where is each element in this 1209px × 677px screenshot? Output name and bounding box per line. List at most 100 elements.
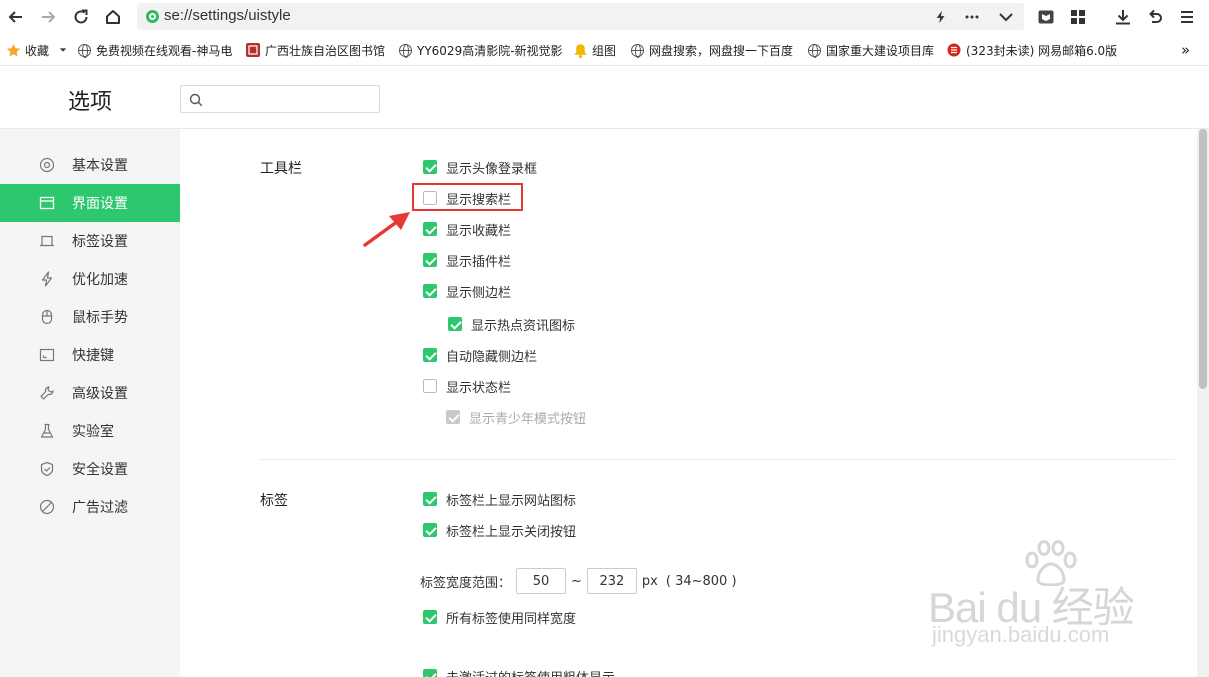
url-text[interactable]: se://settings/uistyle bbox=[164, 7, 291, 24]
range-separator: ~ bbox=[571, 573, 582, 589]
checkbox[interactable] bbox=[423, 523, 437, 537]
bookmark-item[interactable]: 免费视频在线观看-神马电 bbox=[78, 42, 238, 58]
sidebar-item-lab[interactable]: 实验室 bbox=[0, 412, 180, 450]
undo-icon[interactable] bbox=[1143, 5, 1167, 29]
keyboard-icon bbox=[39, 347, 55, 363]
sidebar-item-label: 标签设置 bbox=[72, 234, 128, 250]
checkbox[interactable] bbox=[423, 610, 437, 624]
option-label: 显示侧边栏 bbox=[446, 285, 512, 301]
tab-width-max-input[interactable] bbox=[586, 568, 637, 594]
block-icon bbox=[39, 499, 55, 515]
bookmark-item[interactable]: 网盘搜索，网盘搜一下百度 bbox=[631, 42, 796, 58]
checkbox[interactable] bbox=[423, 492, 437, 506]
settings-sidebar: 基本设置 界面设置 标签设置 优化加速 鼠标手势 快捷键 高级设置 实验室 安全… bbox=[0, 129, 180, 677]
menu-icon[interactable] bbox=[1175, 5, 1199, 29]
option-show-site-icons[interactable]: 标签栏上显示网站图标 bbox=[423, 490, 577, 509]
checkbox[interactable] bbox=[423, 348, 437, 362]
bookmark-label: YY6029高清影院-新视觉影 bbox=[417, 43, 563, 58]
checkbox[interactable] bbox=[423, 379, 437, 393]
section-divider bbox=[260, 459, 1175, 460]
option-label: 显示收藏栏 bbox=[446, 223, 512, 239]
checkbox[interactable] bbox=[423, 222, 437, 236]
sidebar-item-interface[interactable]: 界面设置 bbox=[0, 184, 180, 222]
bookmark-label: 免费视频在线观看-神马电 bbox=[96, 43, 233, 58]
sidebar-item-label: 基本设置 bbox=[72, 158, 128, 174]
section-title-toolbar: 工具栏 bbox=[260, 161, 302, 177]
tab-width-min-input[interactable] bbox=[516, 568, 567, 594]
search-box[interactable] bbox=[180, 85, 380, 113]
bookmark-item[interactable]: (323封未读) 网易邮箱6.0版 bbox=[947, 42, 1117, 58]
option-label: 显示头像登录框 bbox=[446, 161, 538, 177]
globe-icon bbox=[399, 43, 412, 58]
flask-icon bbox=[39, 423, 55, 439]
checkbox[interactable] bbox=[423, 284, 437, 298]
annotation-arrow-icon bbox=[363, 212, 410, 247]
download-icon[interactable] bbox=[1111, 5, 1135, 29]
option-label: 显示插件栏 bbox=[446, 254, 512, 270]
option-auto-hide-sidebar[interactable]: 自动隐藏侧边栏 bbox=[423, 346, 538, 365]
option-label: 显示热点资讯图标 bbox=[471, 318, 576, 334]
refresh-icon[interactable] bbox=[69, 5, 93, 29]
option-show-avatar-login[interactable]: 显示头像登录框 bbox=[423, 158, 538, 177]
mouse-icon bbox=[39, 309, 55, 325]
option-show-close-buttons[interactable]: 标签栏上显示关闭按钮 bbox=[423, 521, 576, 540]
bookmark-item[interactable]: 广西壮族自治区图书馆 bbox=[246, 42, 391, 58]
option-label: 自动隐藏侧边栏 bbox=[446, 349, 538, 365]
option-show-hot-news-icon[interactable]: 显示热点资讯图标 bbox=[448, 315, 576, 334]
bookmarks-bar: 收藏 免费视频在线观看-神马电 广西壮族自治区图书馆 YY6029高清影院-新视… bbox=[0, 34, 1209, 66]
back-arrow-icon[interactable] bbox=[4, 5, 28, 29]
sidebar-item-tabs[interactable]: 标签设置 bbox=[0, 222, 180, 260]
range-unit: px bbox=[641, 573, 658, 589]
sidebar-item-advanced[interactable]: 高级设置 bbox=[0, 374, 180, 412]
checkbox[interactable] bbox=[423, 669, 437, 677]
bell-icon bbox=[574, 43, 587, 58]
option-bold-inactive-tabs[interactable]: 未激活过的标签使用粗体显示 bbox=[423, 667, 615, 677]
bookmark-label: 组图 bbox=[592, 43, 617, 58]
tab-icon bbox=[39, 233, 55, 249]
dropdown-icon[interactable] bbox=[996, 7, 1016, 27]
sidebar-item-ad-filter[interactable]: 广告过滤 bbox=[0, 488, 180, 526]
address-bar[interactable]: se://settings/uistyle bbox=[137, 3, 1024, 30]
sidebar-item-label: 鼠标手势 bbox=[72, 310, 128, 326]
option-show-plugin-bar[interactable]: 显示插件栏 bbox=[423, 251, 512, 270]
option-label: 显示状态栏 bbox=[446, 380, 512, 396]
bookmark-item[interactable]: 组图 bbox=[573, 42, 625, 58]
option-show-favorites-bar[interactable]: 显示收藏栏 bbox=[423, 220, 512, 239]
section-title-tabs: 标签 bbox=[260, 493, 288, 509]
sidebar-item-basic[interactable]: 基本设置 bbox=[0, 146, 180, 184]
sidebar-item-label: 实验室 bbox=[72, 424, 114, 440]
sidebar-item-mouse-gestures[interactable]: 鼠标手势 bbox=[0, 298, 180, 336]
option-label: 标签栏上显示网站图标 bbox=[446, 493, 577, 509]
checkbox bbox=[446, 410, 460, 424]
option-label: 显示青少年模式按钮 bbox=[469, 411, 587, 427]
sidebar-item-shortcuts[interactable]: 快捷键 bbox=[0, 336, 180, 374]
option-show-sidebar[interactable]: 显示侧边栏 bbox=[423, 282, 512, 301]
sidebar-item-speedup[interactable]: 优化加速 bbox=[0, 260, 180, 298]
scrollbar[interactable] bbox=[1197, 129, 1209, 677]
sidebar-item-label: 安全设置 bbox=[72, 462, 128, 478]
checkbox[interactable] bbox=[423, 160, 437, 174]
bookmark-item[interactable]: YY6029高清影院-新视觉影 bbox=[399, 42, 564, 58]
option-show-status-bar[interactable]: 显示状态栏 bbox=[423, 377, 512, 396]
bookmark-item[interactable]: 国家重大建设项目库 bbox=[808, 42, 940, 58]
lightning-icon[interactable] bbox=[932, 7, 950, 27]
globe-icon bbox=[78, 43, 91, 58]
scrollbar-thumb[interactable] bbox=[1199, 129, 1207, 389]
settings-content: 工具栏 显示头像登录框 显示搜索栏 显示收藏栏 显示插件栏 显示侧边栏 显示热点… bbox=[180, 129, 1197, 677]
checkbox[interactable] bbox=[423, 253, 437, 267]
reader-icon[interactable] bbox=[1034, 5, 1058, 29]
forward-arrow-icon[interactable] bbox=[36, 5, 60, 29]
sidebar-item-label: 高级设置 bbox=[72, 386, 128, 402]
apps-icon[interactable] bbox=[1066, 5, 1090, 29]
home-icon[interactable] bbox=[101, 5, 125, 29]
sidebar-item-security[interactable]: 安全设置 bbox=[0, 450, 180, 488]
secure-icon bbox=[146, 10, 159, 23]
favorites-button[interactable]: 收藏 bbox=[6, 42, 67, 58]
caret-down-icon bbox=[59, 48, 67, 52]
option-same-width-tabs[interactable]: 所有标签使用同样宽度 bbox=[423, 608, 576, 627]
gear-circle-icon bbox=[39, 157, 55, 173]
more-icon[interactable] bbox=[962, 7, 982, 27]
checkbox[interactable] bbox=[448, 317, 462, 331]
search-input[interactable] bbox=[209, 89, 374, 109]
bookmarks-overflow-button[interactable]: » bbox=[1181, 42, 1190, 58]
